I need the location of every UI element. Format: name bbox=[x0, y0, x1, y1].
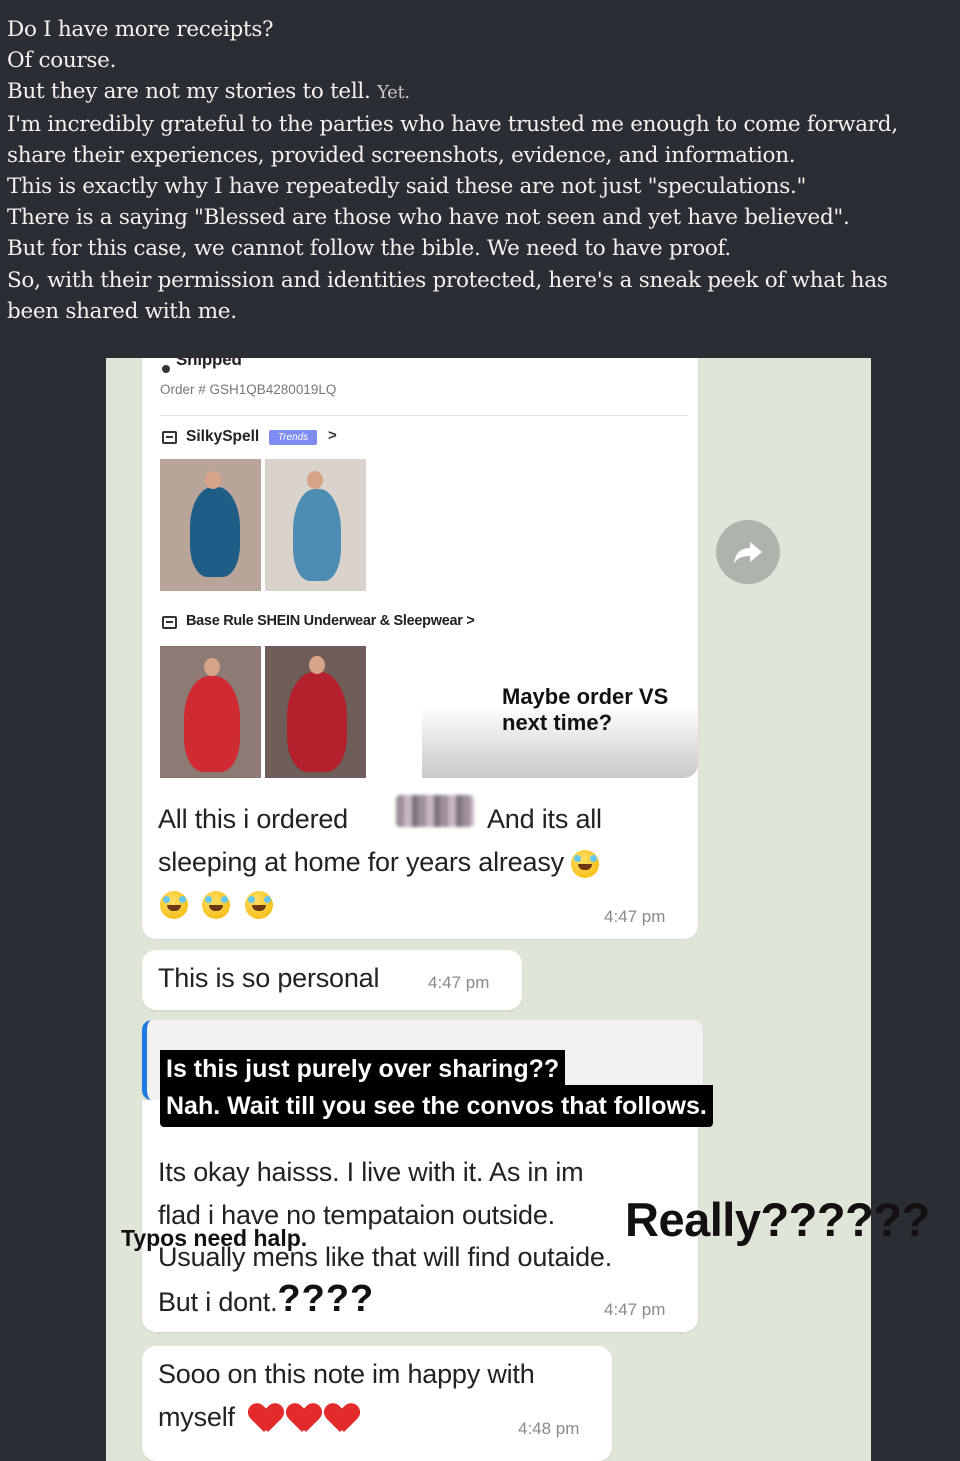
intro-line: I'm incredibly grateful to the parties w… bbox=[7, 111, 898, 137]
message-text: Sooo on this note im happy with bbox=[158, 1359, 535, 1389]
message-text: myself bbox=[158, 1396, 358, 1439]
intro-line: But they are not my stories to tell. Yet… bbox=[7, 79, 410, 105]
overlay-caption: Really?????? bbox=[625, 1193, 930, 1246]
laughing-emoji-icon bbox=[160, 891, 188, 919]
intro-line: Of course. bbox=[7, 48, 117, 74]
laughing-emoji-icon bbox=[202, 891, 231, 919]
intro-line: There is a saying "Blessed are those who… bbox=[7, 205, 850, 231]
message-text: Its okay haisss. I live with it. As in i… bbox=[158, 1157, 584, 1187]
laughing-emoji-icon bbox=[571, 849, 600, 878]
chat-screenshot: Shipped Order # GSH1QB4280019LQ SilkySpe… bbox=[106, 358, 871, 1461]
heart-emoji-icon bbox=[288, 1404, 320, 1434]
message-bubble: Sooo on this note im happy with myself 4… bbox=[142, 1346, 612, 1461]
message-time: 4:47 pm bbox=[428, 973, 490, 992]
intro-line: But for this case, we cannot follow the … bbox=[7, 236, 731, 262]
intro-line: So, with their permission and identities… bbox=[7, 267, 888, 293]
intro-line: Do I have more receipts? bbox=[7, 17, 274, 42]
message-time: 4:47 pm bbox=[604, 907, 666, 926]
intro-line: This is exactly why I have repeatedly sa… bbox=[7, 174, 807, 200]
emoji-row bbox=[160, 891, 273, 919]
overlay-caption: Typos need halp. bbox=[121, 1225, 308, 1251]
intro-yet: Yet. bbox=[377, 82, 410, 104]
status-dot bbox=[162, 365, 170, 373]
order-number: Order # GSH1QB4280019LQ bbox=[160, 382, 337, 397]
message-text: This is so personal bbox=[158, 963, 380, 993]
intro-line: share their experiences, provided screen… bbox=[7, 142, 796, 168]
product-image[interactable] bbox=[160, 459, 261, 591]
intro-line: been shared with me. bbox=[7, 298, 237, 324]
intro-text: Do I have more receipts? Of course. But … bbox=[7, 14, 953, 327]
forward-arrow-icon bbox=[734, 542, 762, 564]
chevron-right-icon[interactable]: > bbox=[328, 427, 337, 444]
message-bubble: Its okay haisss. I live with it. As in i… bbox=[142, 1100, 698, 1332]
message-text: All this i ordered bbox=[158, 804, 348, 834]
product-image[interactable] bbox=[265, 646, 366, 778]
heart-emoji-icon bbox=[326, 1404, 358, 1434]
product-image[interactable] bbox=[160, 646, 261, 778]
overlay-caption: Nah. Wait till you see the convos that f… bbox=[160, 1085, 713, 1127]
message-text: And its all bbox=[487, 804, 602, 834]
laughing-emoji-icon bbox=[244, 891, 273, 919]
heart-emoji-icon bbox=[250, 1404, 282, 1434]
store-name[interactable]: SilkySpell bbox=[186, 428, 259, 446]
message-time: 4:48 pm bbox=[518, 1419, 580, 1438]
blurred-amount bbox=[396, 795, 474, 827]
store-icon bbox=[162, 616, 177, 629]
message-bubble: This is so personal 4:47 pm bbox=[142, 950, 522, 1010]
product-image[interactable] bbox=[265, 459, 366, 591]
message-time: 4:47 pm bbox=[604, 1300, 666, 1319]
message-text: But i dont.???? bbox=[158, 1278, 375, 1320]
order-status: Shipped bbox=[176, 358, 242, 369]
overlay-caption: Is this just purely over sharing?? bbox=[160, 1050, 566, 1088]
store-icon bbox=[162, 431, 177, 444]
store-name[interactable]: Base Rule SHEIN Underwear & Sleepwear > bbox=[186, 613, 475, 629]
message-text: sleeping at home for years alreasy bbox=[158, 841, 600, 884]
trends-badge: Trends bbox=[269, 430, 317, 445]
overlay-caption: Maybe order VS next time? bbox=[502, 684, 669, 735]
forward-button[interactable] bbox=[716, 520, 780, 584]
overlay-question-marks: ???? bbox=[277, 1278, 375, 1320]
divider bbox=[160, 415, 688, 416]
